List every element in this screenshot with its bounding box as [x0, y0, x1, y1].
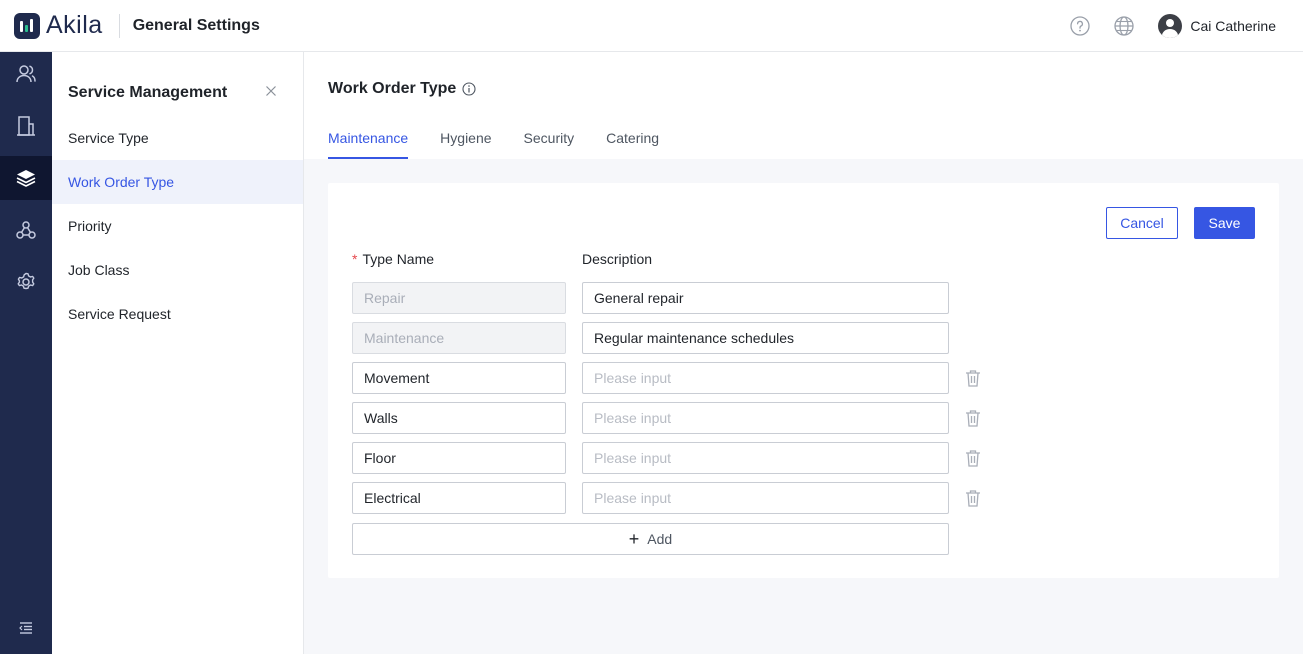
required-mark: *: [352, 251, 358, 267]
app-name: Akila: [46, 11, 103, 39]
layers-icon[interactable]: [0, 156, 52, 200]
description-field[interactable]: Please input: [582, 482, 949, 514]
description-column-label: Description: [582, 251, 653, 267]
sidebar-item-service-type[interactable]: Service Type: [52, 116, 303, 160]
description-field[interactable]: Regular maintenance schedules: [582, 322, 949, 354]
cancel-button[interactable]: Cancel: [1106, 207, 1178, 239]
save-button[interactable]: Save: [1194, 207, 1255, 239]
info-icon[interactable]: [462, 82, 476, 96]
page-title: Work Order Type: [328, 80, 476, 98]
type-name-field[interactable]: Floor: [352, 442, 566, 474]
sidebar-item-priority[interactable]: Priority: [52, 204, 303, 248]
description-field[interactable]: Please input: [582, 362, 949, 394]
tab-maintenance[interactable]: Maintenance: [328, 130, 409, 159]
help-circle-icon[interactable]: [1070, 16, 1091, 36]
trash-icon[interactable]: [965, 409, 981, 427]
type-name-column-label: * Type Name: [352, 251, 434, 267]
type-name-label: Type Name: [362, 251, 435, 267]
tab-hygiene[interactable]: Hygiene: [440, 130, 491, 159]
main-content: Work Order Type Maintenance Hygiene Secu…: [304, 52, 1303, 654]
user-name[interactable]: Cai Catherine: [1190, 18, 1276, 34]
sidebar-item-service-request[interactable]: Service Request: [52, 292, 303, 336]
user-avatar[interactable]: [1158, 14, 1183, 38]
add-label: Add: [647, 531, 673, 547]
trash-icon[interactable]: [965, 369, 981, 387]
header-divider: [118, 13, 120, 38]
description-field[interactable]: General repair: [582, 282, 949, 314]
building-icon[interactable]: [0, 104, 52, 148]
close-icon[interactable]: [264, 84, 278, 98]
trash-icon[interactable]: [965, 489, 981, 507]
type-editor-card: Cancel Save * Type Name Description Repai…: [328, 183, 1279, 578]
sidebar-item-work-order-type[interactable]: Work Order Type: [52, 160, 303, 204]
trash-icon[interactable]: [965, 449, 981, 467]
top-header: Akila General Settings Cai Catherine: [0, 0, 1303, 52]
description-field[interactable]: Please input: [582, 442, 949, 474]
icon-rail: [0, 52, 52, 654]
type-name-field[interactable]: Movement: [352, 362, 566, 394]
akila-logo[interactable]: Akila: [14, 11, 103, 40]
main-top-panel: Work Order Type Maintenance Hygiene Secu…: [304, 52, 1303, 159]
globe-icon[interactable]: [1114, 16, 1135, 36]
service-management-sidebar: Service Management Service Type Work Ord…: [52, 52, 304, 654]
description-field[interactable]: Please input: [582, 402, 949, 434]
add-row-button[interactable]: + Add: [352, 523, 949, 555]
type-name-field: Repair: [352, 282, 566, 314]
network-icon[interactable]: [0, 208, 52, 252]
plus-icon: +: [628, 529, 640, 549]
sidebar-title: Service Management: [68, 84, 228, 101]
settings-icon[interactable]: [0, 260, 52, 304]
akila-logo-icon: [14, 12, 40, 39]
type-name-field[interactable]: Walls: [352, 402, 566, 434]
sidebar-item-job-class[interactable]: Job Class: [52, 248, 303, 292]
tab-security[interactable]: Security: [524, 130, 575, 159]
type-name-field[interactable]: Electrical: [352, 482, 566, 514]
users-icon[interactable]: [0, 52, 52, 96]
type-name-field: Maintenance: [352, 322, 566, 354]
page-title-text: Work Order Type: [328, 80, 457, 97]
work-order-tabs: Maintenance Hygiene Security Catering: [328, 130, 691, 159]
collapse-menu-icon[interactable]: [0, 606, 52, 650]
page-header-title: General Settings: [132, 16, 260, 34]
tab-catering[interactable]: Catering: [606, 130, 659, 159]
